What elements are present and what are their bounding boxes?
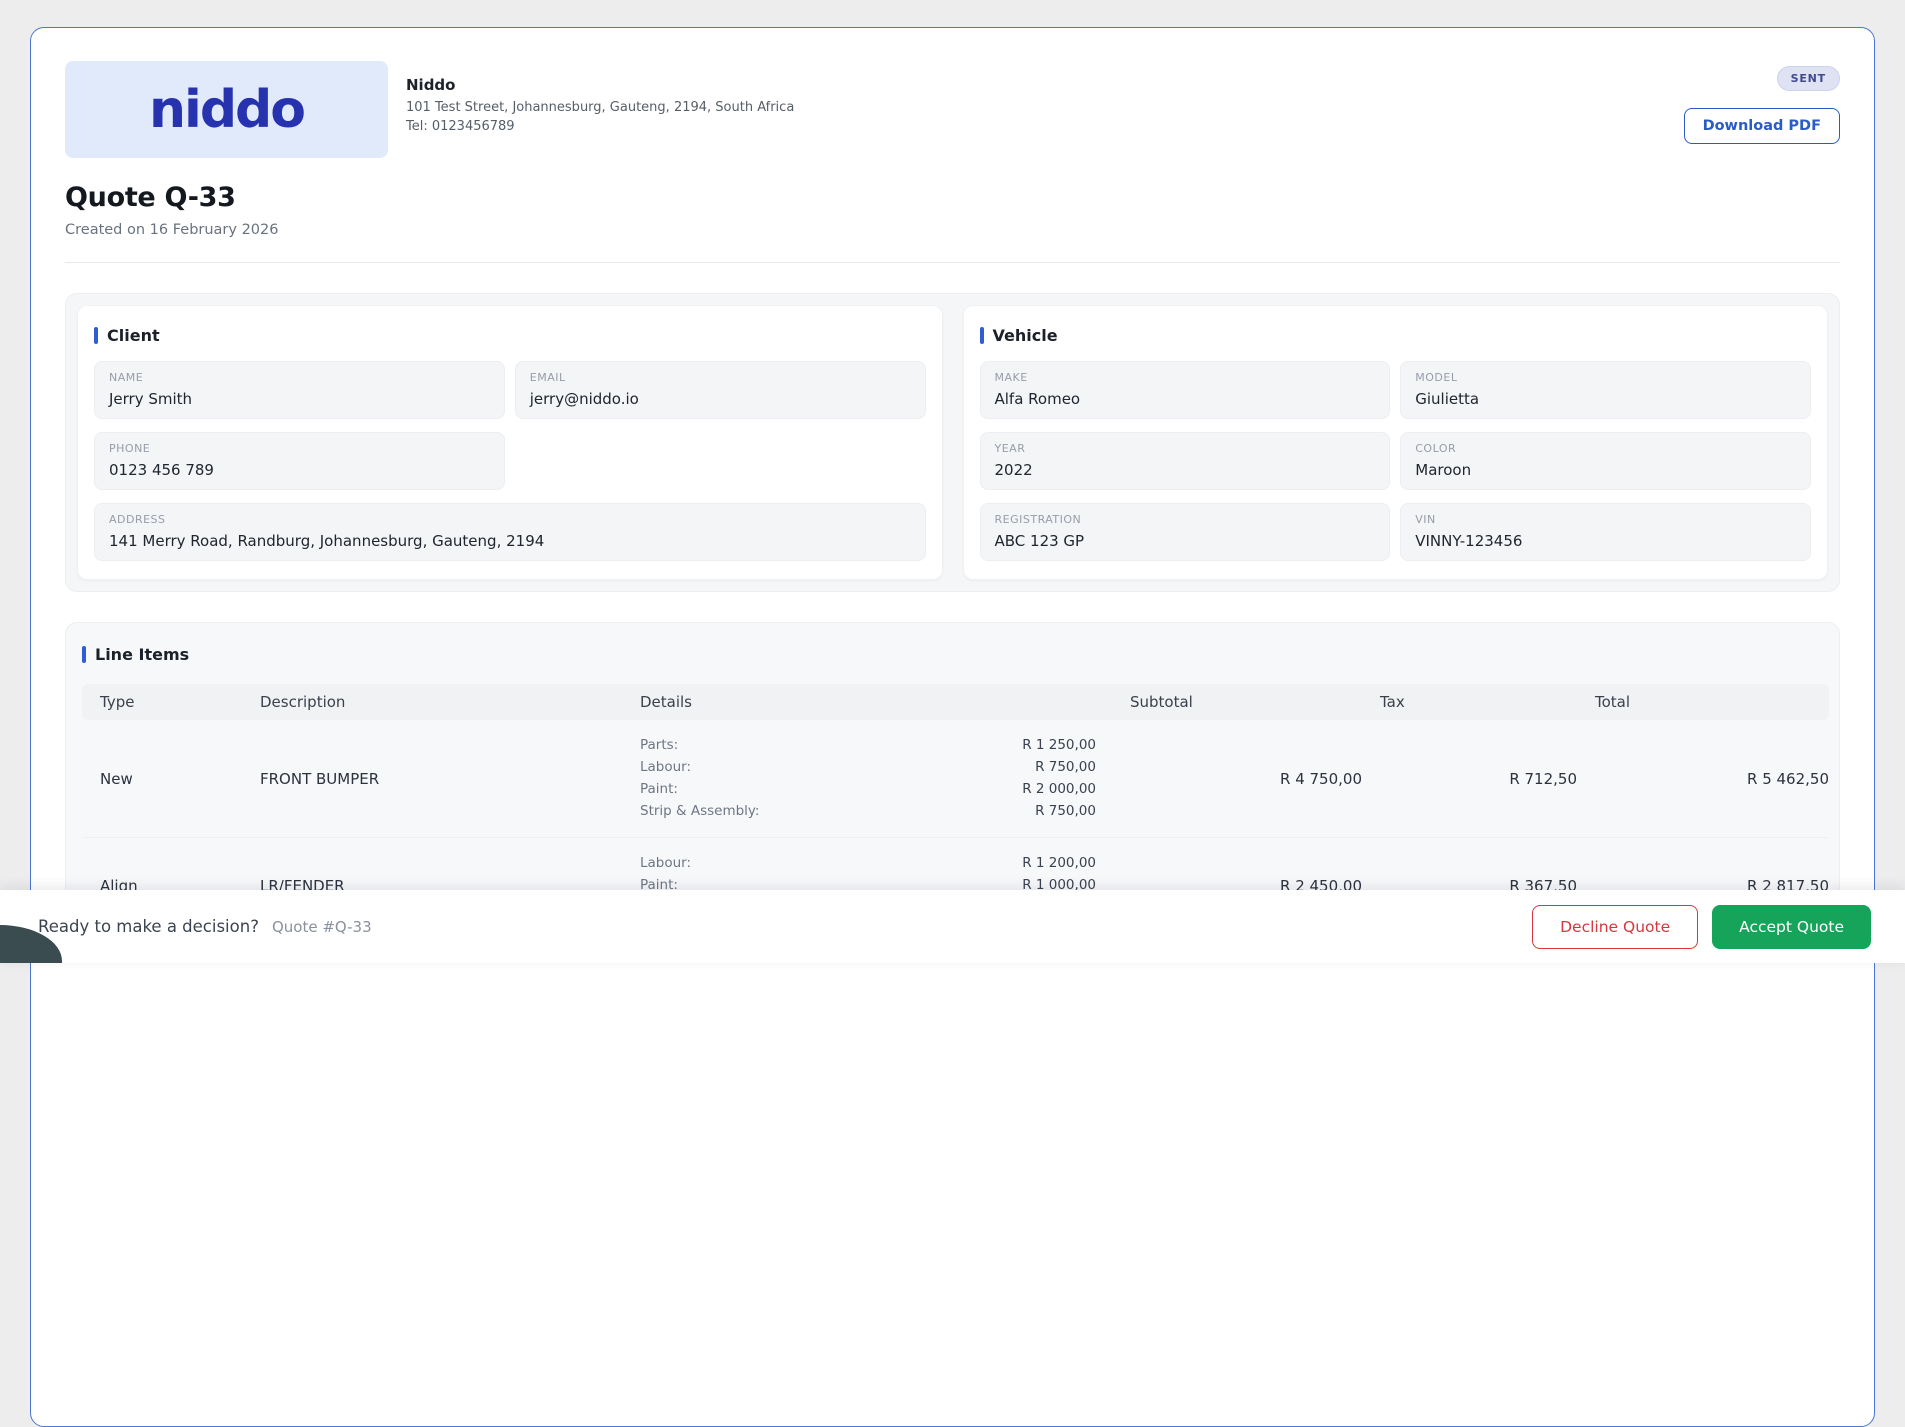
vehicle-model-field: MODEL Giulietta (1400, 361, 1811, 419)
info-section: Client NAME Jerry Smith EMAIL jerry@nidd… (65, 293, 1840, 592)
decision-prompt: Ready to make a decision? (38, 917, 259, 936)
empty-grid-cell (515, 432, 926, 490)
column-header-total: Total (1577, 684, 1829, 720)
vehicle-card: Vehicle MAKE Alfa Romeo MODEL Giulietta … (963, 305, 1829, 580)
item-tax: R 712,50 (1362, 720, 1577, 838)
client-heading: Client (94, 326, 926, 345)
vehicle-make-field: MAKE Alfa Romeo (980, 361, 1391, 419)
client-card: Client NAME Jerry Smith EMAIL jerry@nidd… (77, 305, 943, 580)
vehicle-fields: MAKE Alfa Romeo MODEL Giulietta YEAR 202… (980, 361, 1812, 561)
heading-accent-bar (82, 646, 86, 663)
item-total: R 5 462,50 (1577, 720, 1829, 838)
download-pdf-button[interactable]: Download PDF (1684, 108, 1840, 144)
client-fields: NAME Jerry Smith EMAIL jerry@niddo.io PH… (94, 361, 926, 561)
decision-buttons: Decline Quote Accept Quote (1532, 905, 1871, 949)
vehicle-year-field: YEAR 2022 (980, 432, 1391, 490)
status-badge: SENT (1777, 66, 1840, 91)
vehicle-color-field: COLOR Maroon (1400, 432, 1811, 490)
heading-accent-bar (94, 327, 98, 344)
table-row: New FRONT BUMPER Parts: R 1 250,00 Labou… (82, 720, 1829, 838)
client-name-field: NAME Jerry Smith (94, 361, 505, 419)
decision-bar: Ready to make a decision? Quote #Q-33 De… (0, 890, 1905, 963)
page-title: Quote Q-33 (65, 182, 1840, 213)
client-phone-field: PHONE 0123 456 789 (94, 432, 505, 490)
accept-quote-button[interactable]: Accept Quote (1712, 905, 1871, 949)
vehicle-vin-field: VIN VINNY-123456 (1400, 503, 1811, 561)
header-divider (65, 262, 1840, 263)
heading-accent-bar (980, 327, 984, 344)
quote-header: niddo Niddo 101 Test Street, Johannesbur… (65, 61, 1840, 158)
column-header-description: Description (242, 684, 622, 720)
table-header-row: Type Description Details Subtotal Tax To… (82, 684, 1829, 720)
company-name: Niddo (406, 76, 794, 94)
company-info: Niddo 101 Test Street, Johannesburg, Gau… (406, 61, 794, 138)
company-phone: Tel: 0123456789 (406, 119, 794, 134)
created-date: Created on 16 February 2026 (65, 222, 1840, 238)
item-subtotal: R 4 750,00 (1112, 720, 1362, 838)
item-description: FRONT BUMPER (242, 720, 622, 838)
column-header-tax: Tax (1362, 684, 1577, 720)
line-items-heading: Line Items (82, 645, 1823, 664)
column-header-details: Details (622, 684, 1112, 720)
item-details: Parts: R 1 250,00 Labour: R 750,00 Paint… (622, 720, 1112, 838)
company-address: 101 Test Street, Johannesburg, Gauteng, … (406, 100, 794, 115)
item-type: New (82, 720, 242, 838)
company-logo: niddo (65, 61, 388, 158)
niddo-logo-text: niddo (149, 84, 304, 136)
decline-quote-button[interactable]: Decline Quote (1532, 905, 1698, 949)
quote-reference: Quote #Q-33 (272, 918, 372, 936)
client-address-field: ADDRESS 141 Merry Road, Randburg, Johann… (94, 503, 926, 561)
header-actions: SENT Download PDF (1684, 61, 1840, 144)
client-email-field: EMAIL jerry@niddo.io (515, 361, 926, 419)
vehicle-registration-field: REGISTRATION ABC 123 GP (980, 503, 1391, 561)
column-header-subtotal: Subtotal (1112, 684, 1362, 720)
quote-card: niddo Niddo 101 Test Street, Johannesbur… (30, 27, 1875, 1427)
column-header-type: Type (82, 684, 242, 720)
vehicle-heading: Vehicle (980, 326, 1812, 345)
